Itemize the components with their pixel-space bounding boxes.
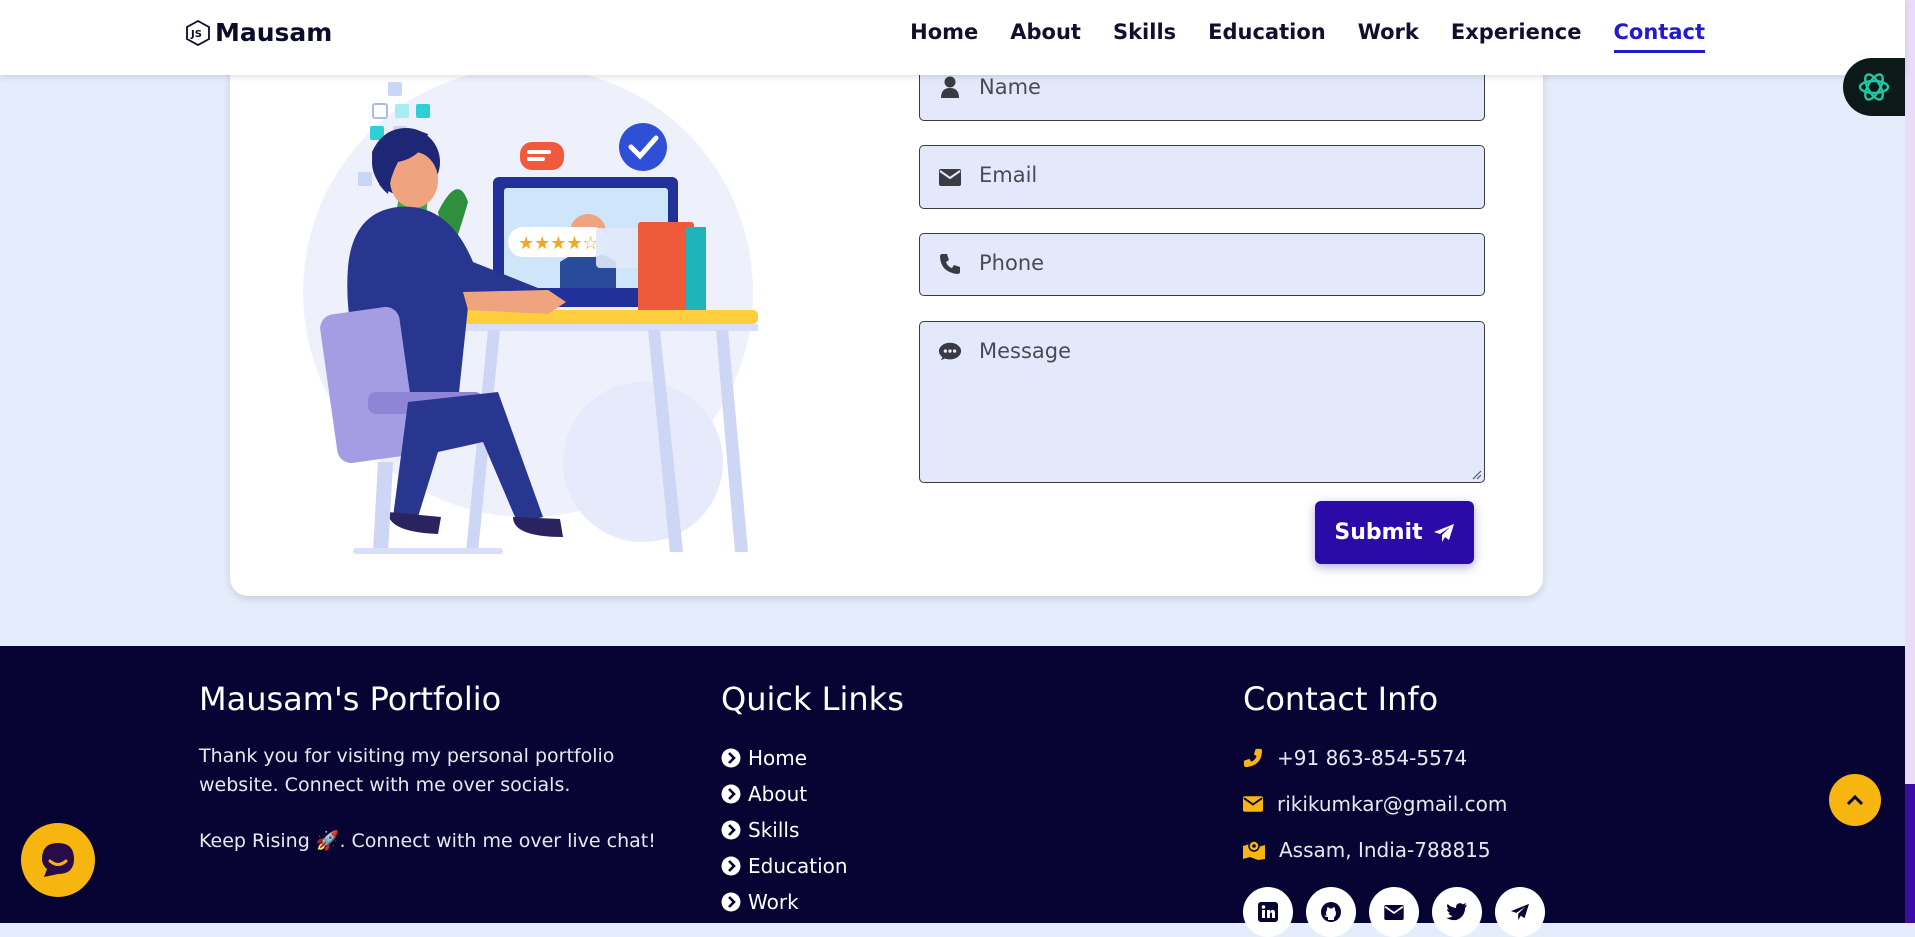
submit-label: Submit	[1334, 520, 1423, 545]
quick-link-work[interactable]: Work	[721, 884, 848, 920]
message-field[interactable]: Message	[919, 321, 1485, 483]
chevron-up-icon	[1846, 794, 1864, 806]
footer-about-text2: Keep Rising 🚀. Connect with me over live…	[199, 830, 656, 852]
nav-experience[interactable]: Experience	[1451, 20, 1582, 53]
nav-education[interactable]: Education	[1208, 20, 1326, 53]
name-placeholder: Name	[979, 75, 1041, 99]
quick-link-about[interactable]: About	[721, 776, 848, 812]
twitter-button[interactable]	[1432, 887, 1482, 937]
contact-email-text: rikikumkar@gmail.com	[1277, 792, 1508, 816]
nav-menu: Home About Skills Education Work Experie…	[910, 20, 1705, 53]
message-placeholder: Message	[979, 339, 1072, 363]
chevron-circle-right-icon	[721, 856, 741, 876]
svg-text:JS: JS	[190, 29, 202, 40]
footer-about-title: Mausam's Portfolio	[199, 680, 502, 718]
twitter-icon	[1446, 903, 1467, 921]
quick-link-label: Work	[748, 890, 799, 914]
quick-link-home[interactable]: Home	[721, 740, 848, 776]
linkedin-icon	[1258, 902, 1278, 922]
chevron-circle-right-icon	[721, 892, 741, 912]
quick-link-label: About	[748, 782, 808, 806]
mail-icon	[1384, 904, 1404, 920]
chevron-circle-right-icon	[721, 784, 741, 804]
telegram-icon	[1511, 903, 1529, 921]
nodejs-logo-icon: JS	[185, 19, 211, 46]
nav-contact[interactable]: Contact	[1613, 20, 1705, 53]
contact-phone-text: +91 863-854-5574	[1277, 746, 1468, 770]
quick-link-label: Home	[748, 746, 808, 770]
map-marked-icon	[1243, 840, 1265, 860]
nav-skills[interactable]: Skills	[1113, 20, 1176, 53]
brand[interactable]: JS Mausam	[185, 18, 332, 47]
brand-name: Mausam	[215, 18, 333, 47]
contact-email[interactable]: rikikumkar@gmail.com	[1243, 781, 1507, 827]
openai-icon	[1858, 73, 1890, 101]
quick-links-list: Home About Skills Education Work	[721, 740, 848, 920]
phone-icon	[1243, 748, 1263, 768]
scroll-to-top-button[interactable]	[1829, 774, 1881, 826]
chevron-circle-right-icon	[721, 820, 741, 840]
footer: Mausam's Portfolio Thank you for visitin…	[0, 646, 1905, 937]
submit-button[interactable]: Submit	[1315, 501, 1474, 564]
nav-home[interactable]: Home	[910, 20, 978, 53]
linkedin-button[interactable]	[1243, 887, 1293, 937]
contact-address-text: Assam, India-788815	[1279, 838, 1491, 862]
nav-about[interactable]: About	[1010, 20, 1081, 53]
social-links	[1243, 887, 1545, 937]
envelope-icon	[938, 165, 962, 189]
quick-link-label: Education	[748, 854, 848, 878]
comment-dots-icon	[938, 340, 962, 364]
telegram-button[interactable]	[1495, 887, 1545, 937]
quick-link-label: Skills	[748, 818, 800, 842]
phone-field[interactable]: Phone	[919, 233, 1485, 296]
contact-info-list: +91 863-854-5574 rikikumkar@gmail.com As…	[1243, 735, 1507, 873]
contact-illustration: ★★★★☆	[303, 67, 758, 554]
footer-quick-links-title: Quick Links	[721, 680, 904, 718]
user-icon	[938, 75, 962, 99]
svg-text:★★★★☆: ★★★★☆	[518, 233, 599, 254]
live-chat-button[interactable]	[21, 823, 95, 897]
nav-work[interactable]: Work	[1358, 20, 1419, 53]
github-icon	[1321, 902, 1341, 922]
phone-placeholder: Phone	[979, 251, 1045, 275]
envelope-icon	[1243, 796, 1263, 812]
github-button[interactable]	[1306, 887, 1356, 937]
quick-link-education[interactable]: Education	[721, 848, 848, 884]
email-field[interactable]: Email	[919, 145, 1485, 209]
chevron-circle-right-icon	[721, 748, 741, 768]
footer-about-text: Thank you for visiting my personal portf…	[199, 745, 615, 796]
navbar: JS Mausam Home About Skills Education Wo…	[0, 0, 1905, 75]
chat-bubble-icon	[42, 843, 74, 877]
scrollbar-thumb[interactable]	[1905, 784, 1915, 923]
contact-phone[interactable]: +91 863-854-5574	[1243, 735, 1507, 781]
email-button[interactable]	[1369, 887, 1419, 937]
footer-contact-title: Contact Info	[1243, 680, 1439, 718]
quick-link-skills[interactable]: Skills	[721, 812, 848, 848]
phone-icon	[938, 252, 962, 276]
paper-plane-icon	[1433, 523, 1454, 542]
resize-handle-icon[interactable]	[1470, 468, 1482, 480]
email-placeholder: Email	[979, 163, 1038, 187]
chatgpt-extension-button[interactable]	[1843, 58, 1905, 116]
contact-address: Assam, India-788815	[1243, 827, 1507, 873]
